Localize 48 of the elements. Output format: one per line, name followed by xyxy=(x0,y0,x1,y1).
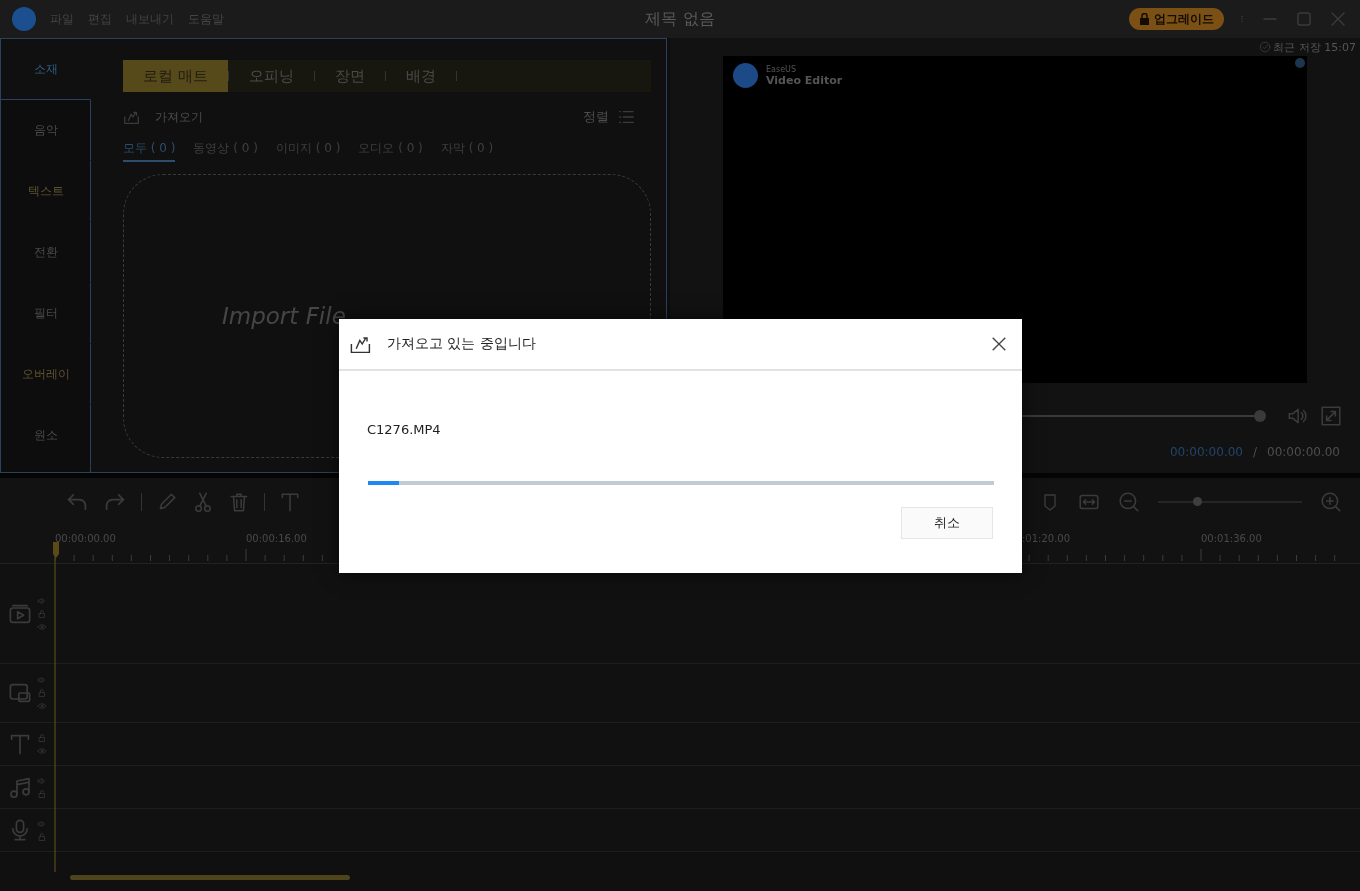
time-label: 00:00:16.00 xyxy=(246,533,307,544)
music-icon[interactable] xyxy=(8,775,32,799)
file-name: C1276.MP4 xyxy=(367,422,442,437)
tab[interactable]: 배경 xyxy=(385,60,456,92)
speaker-icon[interactable] xyxy=(37,775,47,786)
product-name: Video Editor xyxy=(766,73,843,87)
fullscreen-icon[interactable] xyxy=(1320,405,1342,427)
time-label: :01:20.00 xyxy=(1022,533,1071,544)
import-label[interactable]: 가져오기 xyxy=(155,108,203,126)
current-time: 00:00:00.00 xyxy=(1170,445,1243,459)
scissors-icon[interactable] xyxy=(192,490,214,513)
check-circle-icon[interactable] xyxy=(1259,41,1272,53)
sort-label[interactable]: 정렬 xyxy=(583,108,609,126)
playhead[interactable] xyxy=(52,542,60,872)
cancel-button[interactable]: 취소 xyxy=(901,507,993,539)
upgrade-button[interactable]: 업그레이드 xyxy=(1129,8,1224,30)
speaker-icon[interactable] xyxy=(37,675,47,685)
tab[interactable]: 오피닝 xyxy=(228,60,314,92)
eye-icon[interactable] xyxy=(37,621,47,632)
time-label: 00:01:36.00 xyxy=(1201,533,1262,544)
brand-logo-icon xyxy=(733,63,758,88)
time-separator: / xyxy=(1252,445,1257,459)
tab[interactable]: 로컬 매트 xyxy=(123,60,228,92)
maximize-icon[interactable] xyxy=(1294,9,1314,29)
zoom-out-icon[interactable] xyxy=(1118,490,1140,513)
brand-name: EaseUS xyxy=(766,64,797,74)
lock-icon[interactable] xyxy=(37,732,47,743)
tab[interactable]: 장면 xyxy=(314,60,385,92)
total-time: 00:00:00.00 xyxy=(1267,445,1340,459)
lock-icon[interactable] xyxy=(37,688,47,698)
window-title: 제목 없음 xyxy=(645,8,715,30)
speaker-icon[interactable] xyxy=(37,818,47,829)
dialog-title: 가져오고 있는 중입니다 xyxy=(387,335,536,353)
text-icon[interactable] xyxy=(8,732,32,756)
eye-icon[interactable] xyxy=(37,745,47,756)
lock-icon xyxy=(1139,13,1150,25)
lock-icon[interactable] xyxy=(37,788,47,799)
speaker-icon[interactable] xyxy=(37,595,47,606)
save-status: 최근 저장 15:07 xyxy=(1273,39,1356,55)
lock-icon[interactable] xyxy=(37,608,47,619)
zoom-in-icon[interactable] xyxy=(1320,490,1342,513)
lock-icon[interactable] xyxy=(37,831,47,842)
filter-tab[interactable]: 모두 ( 0 ) xyxy=(123,140,176,162)
list-icon[interactable] xyxy=(617,108,635,126)
eye-icon[interactable] xyxy=(37,701,47,711)
app-logo-icon xyxy=(12,7,36,31)
picture-in-picture-icon[interactable] xyxy=(8,681,32,705)
scrollbar[interactable] xyxy=(70,875,350,880)
